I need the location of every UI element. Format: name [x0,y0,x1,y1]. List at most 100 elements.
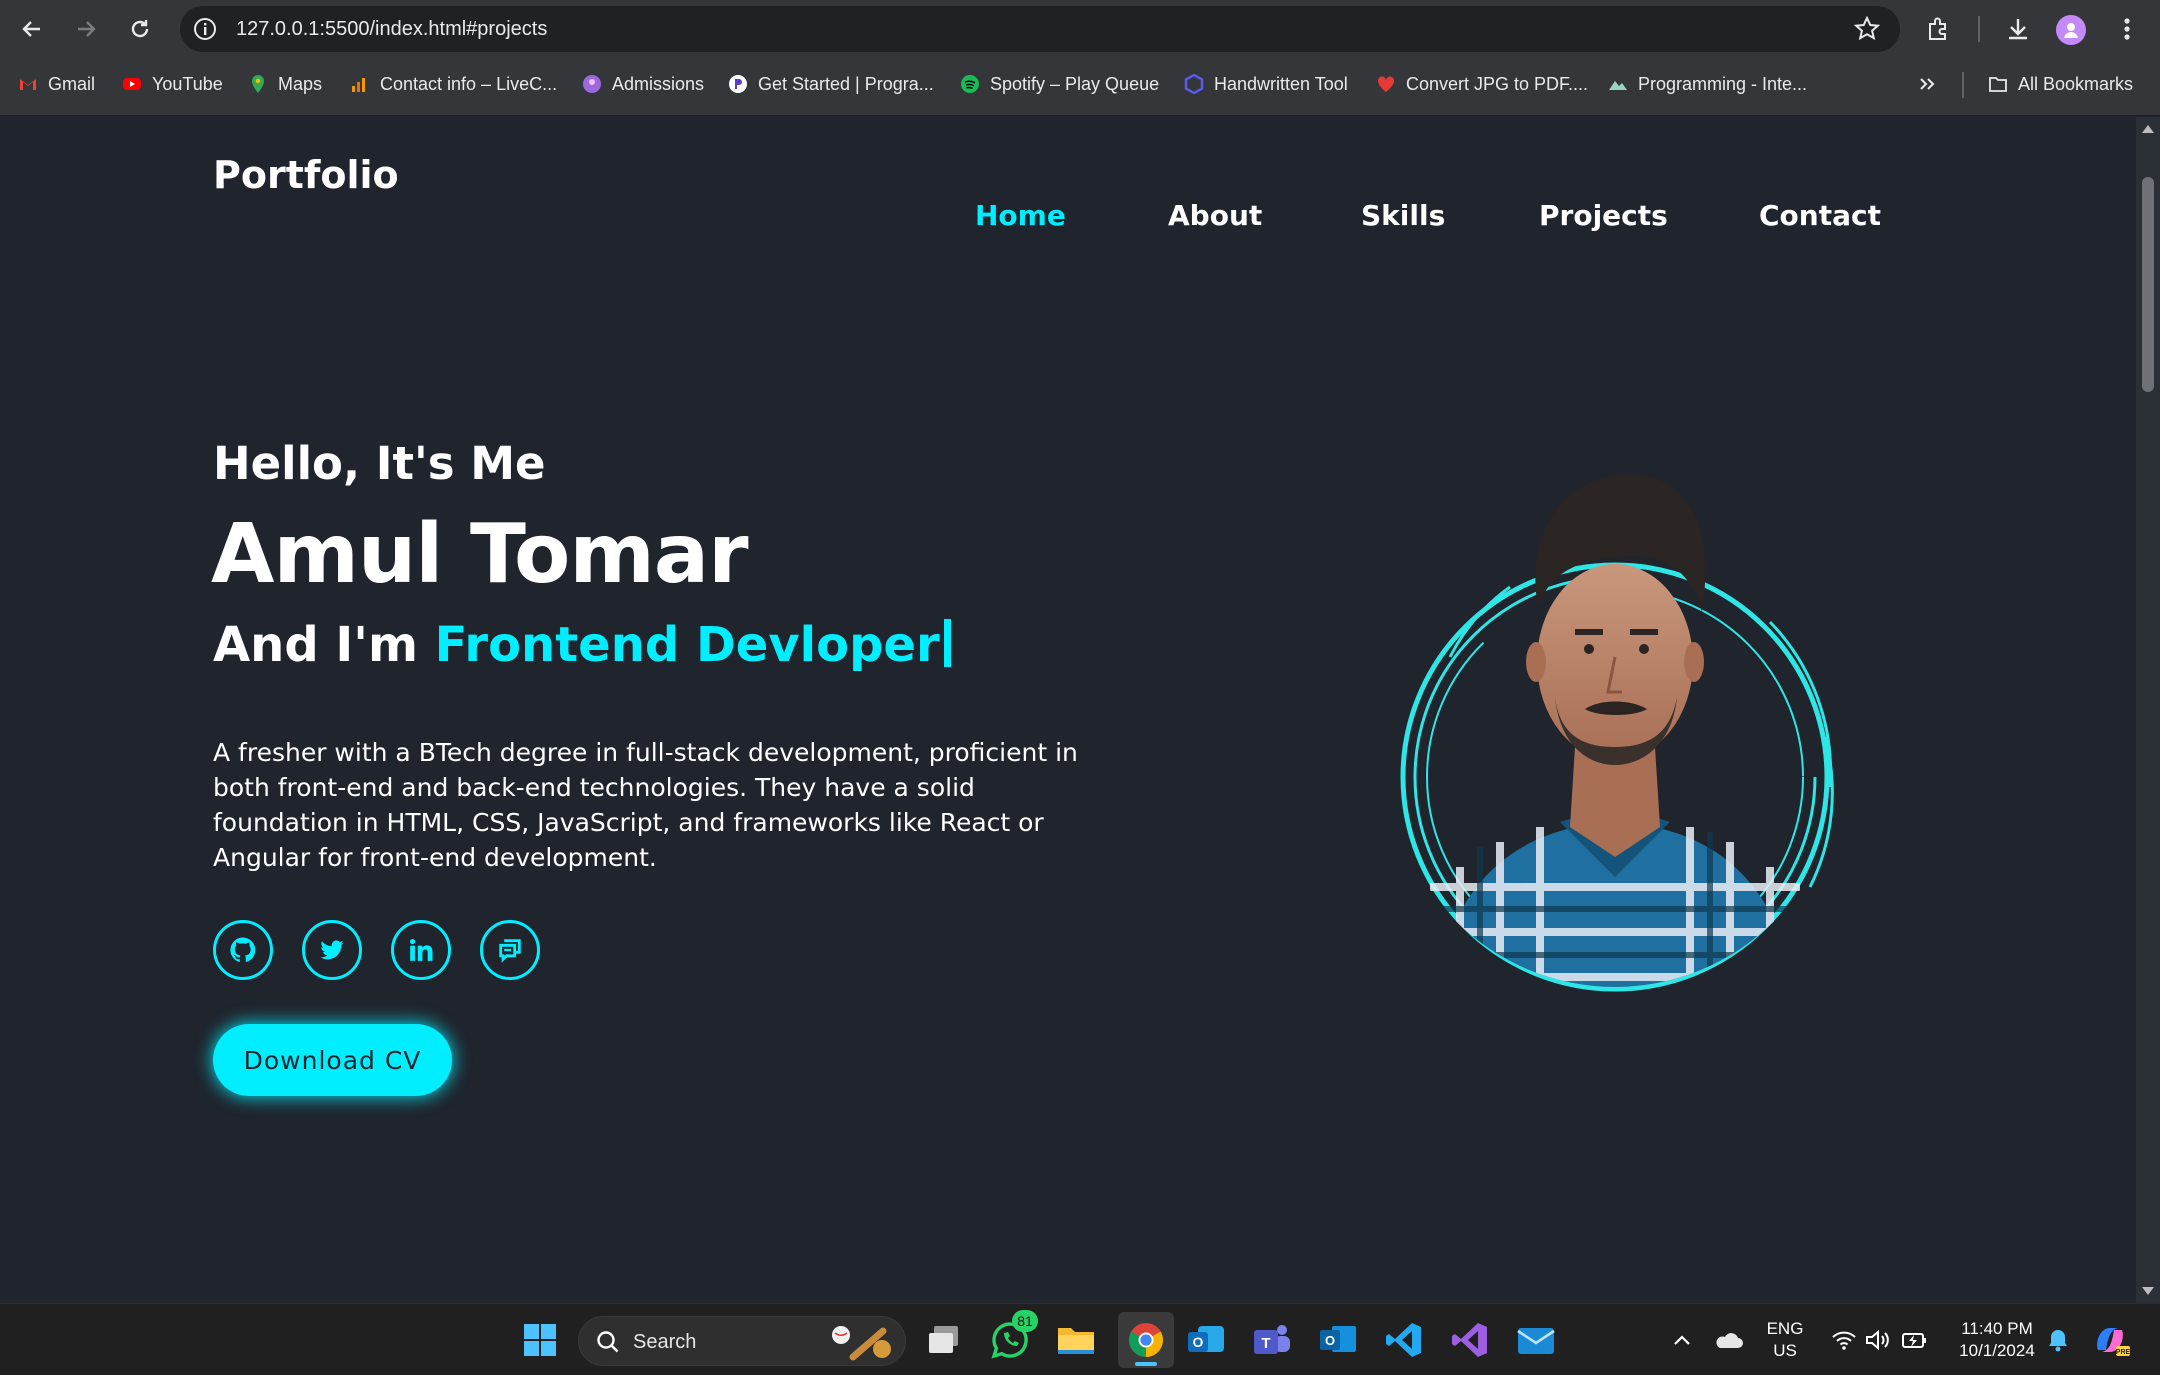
bell-icon [2049,1330,2067,1352]
taskbar-whatsapp[interactable]: 81 [988,1310,1038,1362]
download-cv-button[interactable]: Download CV [213,1024,452,1096]
copilot-button[interactable]: PRE [2088,1318,2132,1362]
bookmark-label: Spotify – Play Queue [990,73,1160,94]
task-view-button[interactable] [922,1318,966,1362]
bookmark-label: Handwritten Tool [1214,73,1348,94]
nav-contact[interactable]: Contact [1759,199,1881,232]
taskbar-teams[interactable]: T [1250,1318,1294,1362]
bookmark-label: Admissions [612,73,705,94]
bookmark-get-started[interactable]: Get Started | Progra... [728,58,934,110]
bookmark-gmail[interactable]: Gmail [18,58,95,110]
chat-link[interactable] [480,920,540,980]
hero-greeting: Hello, It's Me [213,437,546,490]
url-text[interactable]: 127.0.0.1:5500/index.html#projects [236,6,547,52]
typing-cursor [943,619,951,667]
forward-button[interactable] [68,11,104,47]
taskbar-outlook[interactable]: O [1316,1318,1360,1362]
address-bar[interactable]: 127.0.0.1:5500/index.html#projects [180,6,1900,52]
nav-projects[interactable]: Projects [1539,199,1668,232]
chevron-up-icon [1674,1335,1690,1345]
scroll-up-arrow[interactable] [2142,125,2154,133]
hero-role: And I'm Frontend Devloper [213,617,951,673]
bookmark-admissions[interactable]: Admissions [582,58,704,110]
taskbar-vscode[interactable] [1382,1318,1426,1362]
scroll-thumb[interactable] [2142,177,2154,392]
page-scrollbar[interactable] [2136,117,2160,1303]
reload-icon [131,20,149,38]
visual-studio-icon [1452,1323,1487,1357]
reload-button[interactable] [122,11,158,47]
language-indicator[interactable]: ENG US [1762,1318,1808,1362]
lang-bottom: US [1773,1341,1797,1360]
chrome-icon [1129,1323,1163,1357]
speaker-icon [1866,1329,1889,1351]
back-button[interactable] [14,11,50,47]
taskbar-file-explorer[interactable] [1054,1318,1098,1362]
browser-toolbar: 127.0.0.1:5500/index.html#projects [0,0,2160,58]
scroll-down-arrow[interactable] [2142,1287,2154,1295]
onedrive-button[interactable] [1706,1318,1750,1362]
pdf-heart-icon [1377,76,1395,92]
role-prefix: And I'm [213,617,435,673]
bookmark-spotify[interactable]: Spotify – Play Queue [960,58,1159,110]
bookmark-youtube[interactable]: YouTube [122,58,223,110]
battery-button[interactable] [1892,1318,1936,1362]
nav-home[interactable]: Home [975,199,1066,232]
vscode-icon [1386,1323,1421,1357]
start-button[interactable] [518,1318,562,1362]
search-icon [597,1331,619,1353]
linkedin-link[interactable] [391,920,451,980]
gmail-icon [20,79,36,90]
github-icon [230,937,256,962]
show-hidden-icons-button[interactable] [1660,1318,1704,1362]
programming-icon [1609,81,1627,90]
notifications-button[interactable] [2036,1318,2080,1362]
profile-avatar[interactable] [2056,15,2086,45]
back-arrow-icon [22,21,40,37]
toolbar-divider [1978,16,1980,42]
site-info-icon[interactable] [192,16,218,42]
mail-icon [1517,1328,1555,1354]
maps-icon [252,75,264,93]
taskbar-mail[interactable] [1514,1318,1558,1362]
bookmark-star-icon[interactable] [1854,16,1880,42]
taskbar-outlook-new[interactable]: O [1184,1318,1228,1362]
bookmarks-divider [1962,72,1964,98]
browser-menu-button[interactable] [2110,12,2144,46]
cloud-icon [1716,1333,1743,1348]
bookmark-label: Programming - Inte... [1638,73,1808,94]
extensions-button[interactable] [1922,12,1956,46]
github-link[interactable] [213,920,273,980]
hero-description: A fresher with a BTech degree in full-st… [213,738,1078,872]
bookmark-label: Get Started | Progra... [758,73,934,94]
windows-logo-icon [524,1324,556,1356]
linkedin-icon [409,938,433,961]
bookmark-label: YouTube [152,73,223,94]
nav-about[interactable]: About [1168,199,1262,232]
youtube-icon [123,78,141,90]
bookmark-livec[interactable]: Contact info – LiveC... [350,58,557,110]
site-logo[interactable]: Portfolio [213,153,399,197]
taskbar-search[interactable]: Search [578,1316,906,1366]
twitter-link[interactable] [302,920,362,980]
bookmarks-overflow-button[interactable] [1918,58,1936,110]
profile-portrait [1400,474,1834,992]
person-photo [1430,747,1800,987]
handwritten-icon [1184,74,1204,94]
taskbar-chrome[interactable] [1118,1312,1174,1368]
bookmark-maps[interactable]: Maps [248,58,322,110]
lang-top: ENG [1766,1319,1804,1338]
profile-icon [2064,23,2078,38]
role-highlight: Frontend Devloper [434,617,940,673]
downloads-button[interactable] [2001,12,2035,46]
hero-name: Amul Tomar [211,507,749,602]
bookmark-programming[interactable]: Programming - Inte... [1608,58,1807,110]
bookmark-handwritten[interactable]: Handwritten Tool [1184,58,1348,110]
bookmark-convert-pdf[interactable]: Convert JPG to PDF.... [1376,58,1588,110]
program-icon [729,75,747,93]
admissions-icon [583,75,601,93]
all-bookmarks-button[interactable]: All Bookmarks [1988,58,2133,110]
nav-skills[interactable]: Skills [1361,199,1445,232]
taskbar-visual-studio[interactable] [1448,1318,1492,1362]
folder-icon [1058,1328,1094,1354]
